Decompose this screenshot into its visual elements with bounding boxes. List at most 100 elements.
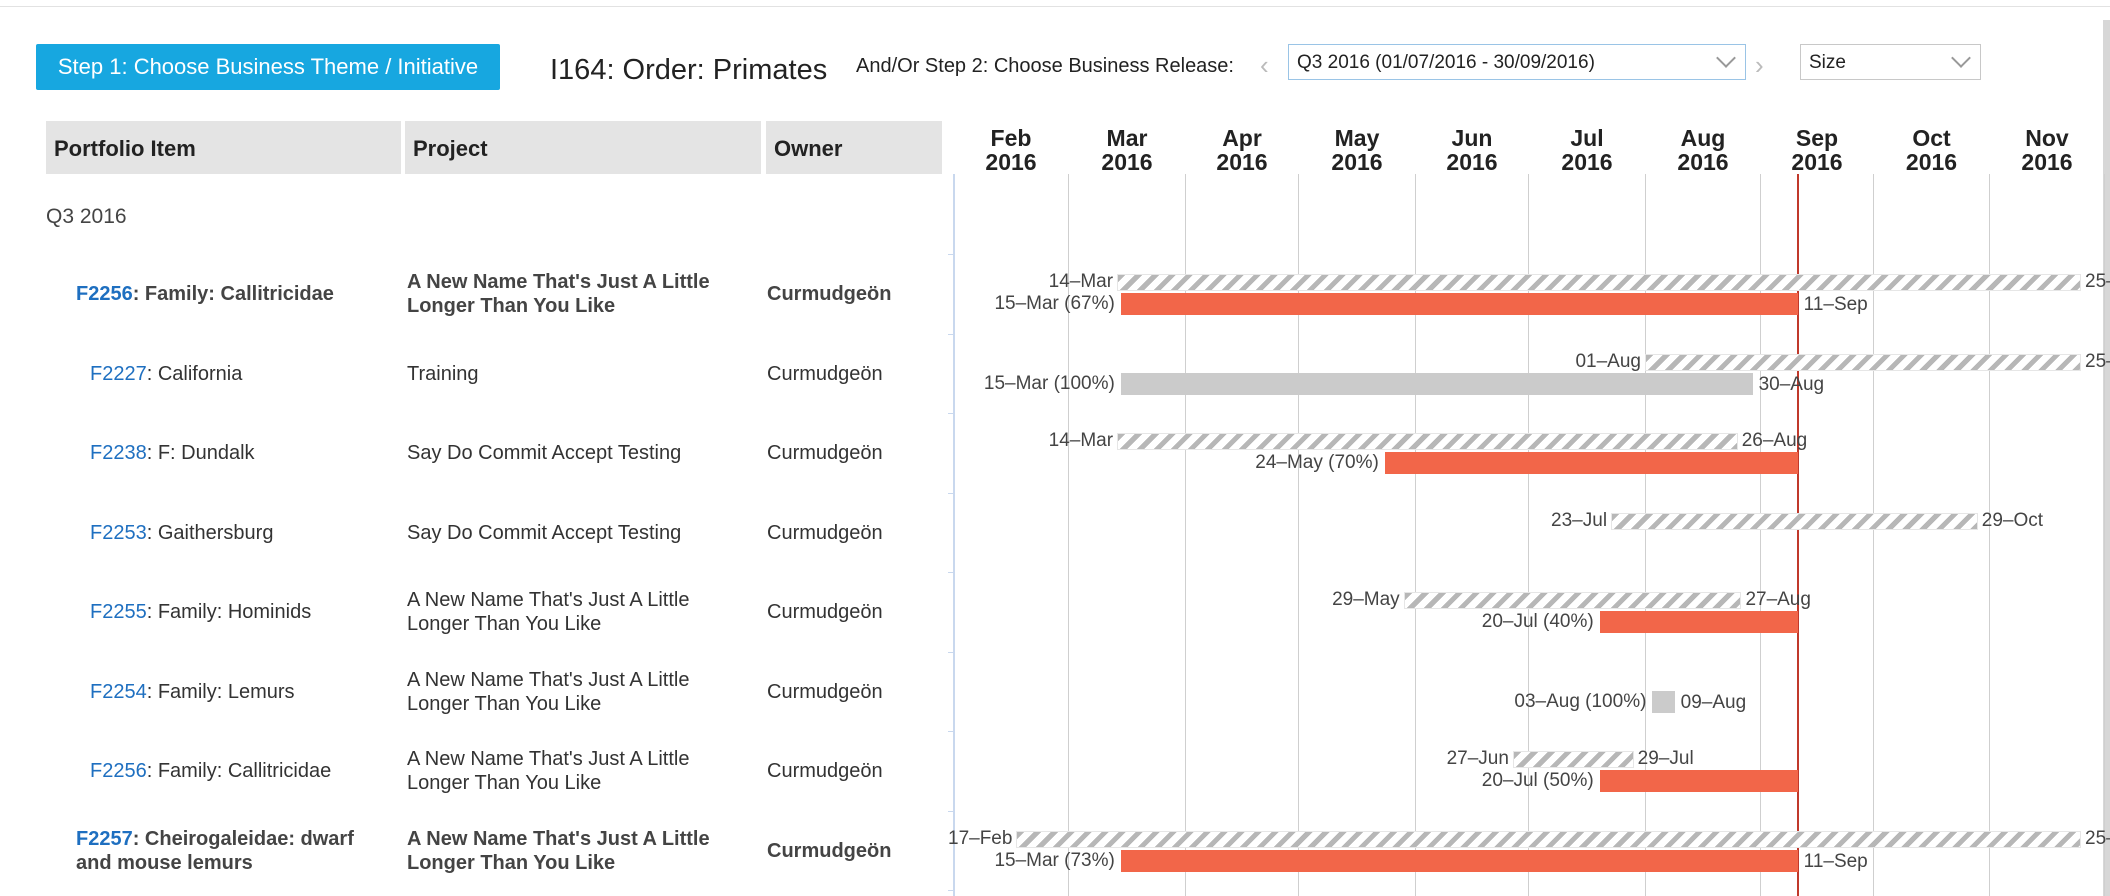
month-label: Oct [1912, 125, 1951, 151]
actual-start-label: 03–Aug (100%) [1514, 690, 1647, 712]
actual-end-label: 30–Aug [1758, 373, 1825, 395]
planned-end-label: 29–Oct [1981, 509, 2044, 531]
portfolio-item-name: : Gaithersburg [146, 521, 274, 544]
portfolio-item-name: : Family: Hominids [146, 601, 312, 623]
project-cell: A New Name That's Just A Little Longer T… [407, 668, 690, 715]
actual-start-label: 20–Jul (50%) [1481, 770, 1594, 791]
planned-bar[interactable] [1645, 353, 2081, 371]
release-select[interactable]: Q3 2016 (01/07/2016 - 30/09/2016) [1288, 44, 1746, 80]
owner-cell: Curmudgeön [767, 680, 883, 703]
portfolio-item-link[interactable]: F2257 [76, 828, 133, 850]
month-header: Aug 2016 [1647, 126, 1760, 174]
portfolio-item-link[interactable]: F2255 [90, 601, 147, 623]
release-group-title: Q3 2016 [46, 205, 127, 228]
portfolio-item-link[interactable]: F2227 [90, 363, 147, 385]
size-select-value: Size [1809, 52, 1846, 73]
project-cell: A New Name That's Just A Little Longer T… [407, 827, 710, 874]
owner-cell: Curmudgeön [767, 760, 883, 782]
actual-end-label: 11–Sep [1803, 294, 1868, 315]
planned-start-label: 14–Mar [1048, 271, 1114, 292]
portfolio-item-link[interactable]: F2256 [90, 760, 147, 782]
portfolio-item-name: : Family: Lemurs [146, 680, 295, 703]
release-select-value: Q3 2016 (01/07/2016 - 30/09/2016) [1297, 52, 1595, 73]
owner-cell: Curmudgeön [767, 521, 883, 544]
portfolio-item-link[interactable]: F2256 [76, 283, 133, 305]
month-label: Apr [1222, 125, 1262, 151]
column-header-owner[interactable]: Owner [766, 121, 942, 174]
year-label: 2016 [1446, 149, 1498, 175]
chevron-right-icon[interactable]: › [1755, 50, 1764, 81]
month-header: Feb 2016 [955, 126, 1068, 174]
year-label: 2016 [1791, 149, 1843, 175]
actual-progress-bar[interactable] [1599, 770, 1798, 792]
portfolio-item-link[interactable]: F2253 [90, 522, 147, 544]
portfolio-item-cell: F2227: California [90, 362, 390, 386]
planned-start-label: 01–Aug [1575, 350, 1641, 372]
project-cell: A New Name That's Just A Little Longer T… [407, 589, 690, 635]
owner-cell: Curmudgeön [767, 442, 883, 464]
portfolio-item-link[interactable]: F2238 [90, 442, 147, 464]
year-label: 2016 [1677, 149, 1729, 175]
owner-cell: Curmudgeön [767, 362, 883, 385]
completed-bar[interactable] [1652, 690, 1675, 713]
choose-release-label: And/Or Step 2: Choose Business Release: [856, 55, 1234, 77]
month-header: Sep 2016 [1761, 126, 1874, 174]
portfolio-item-name: : Family: Callitricidae [146, 760, 332, 782]
actual-progress-bar[interactable] [1599, 611, 1798, 633]
planned-start-label: 17–Feb [948, 827, 1013, 849]
month-header: Nov 2016 [1991, 126, 2104, 174]
year-label: 2016 [1101, 149, 1153, 175]
actual-progress-bar[interactable] [1120, 849, 1798, 872]
planned-end-label: 25–Nov [2085, 350, 2110, 372]
planned-bar[interactable] [1117, 274, 2081, 291]
portfolio-item-cell: F2256: Family: Callitricidae [90, 759, 390, 783]
project-cell: Say Do Commit Accept Testing [407, 442, 682, 464]
actual-progress-bar[interactable] [1120, 293, 1798, 315]
owner-cell: Curmudgeön [767, 283, 892, 305]
planned-end-label: 29–Jul [1637, 748, 1694, 769]
planned-start-label: 14–Mar [1048, 430, 1114, 451]
chevron-down-icon [1716, 48, 1736, 68]
month-label: Feb [990, 125, 1032, 151]
month-header: Jun 2016 [1416, 126, 1529, 174]
column-header-portfolio-item[interactable]: Portfolio Item [46, 121, 401, 174]
actual-progress-bar[interactable] [1384, 452, 1798, 474]
portfolio-item-name: : Family: Callitricidae [132, 283, 334, 305]
planned-start-label: 27–Jun [1446, 748, 1509, 769]
actual-end-label: 09–Aug [1680, 691, 1747, 713]
year-label: 2016 [1331, 149, 1383, 175]
month-label: Nov [2025, 125, 2069, 151]
selected-initiative-title: I164: Order: Primates [550, 54, 828, 86]
month-header: Mar 2016 [1071, 126, 1184, 174]
planned-end-label: 26–Aug [1741, 430, 1808, 451]
actual-start-label: 24–May (70%) [1255, 452, 1379, 473]
planned-bar[interactable] [1611, 512, 1978, 530]
chevron-down-icon [1951, 48, 1971, 68]
choose-business-theme-button[interactable]: Step 1: Choose Business Theme / Initiati… [36, 44, 500, 90]
project-cell: A New Name That's Just A Little Longer T… [407, 748, 690, 794]
year-label: 2016 [1561, 149, 1613, 175]
planned-start-label: 23–Jul [1551, 509, 1608, 531]
actual-start-label: 15–Mar (73%) [994, 849, 1115, 871]
planned-end-label: 27–Aug [1745, 589, 1811, 610]
completed-bar[interactable] [1120, 372, 1753, 395]
planned-bar[interactable] [1117, 433, 1738, 450]
planned-bar[interactable] [1403, 592, 1742, 609]
month-label: Mar [1106, 125, 1148, 151]
chevron-left-icon[interactable]: ‹ [1260, 50, 1269, 81]
year-label: 2016 [985, 149, 1037, 175]
portfolio-item-cell: F2253: Gaithersburg [90, 521, 390, 545]
planned-bar[interactable] [1512, 751, 1634, 768]
planned-bar[interactable] [1016, 830, 2081, 848]
portfolio-item-link[interactable]: F2254 [90, 681, 147, 703]
year-label: 2016 [2021, 149, 2073, 175]
portfolio-item-name: : F: Dundalk [146, 442, 255, 464]
top-divider [0, 6, 2110, 7]
column-header-project[interactable]: Project [405, 121, 761, 174]
portfolio-item-cell: F2238: F: Dundalk [90, 441, 390, 465]
month-header: Apr 2016 [1186, 126, 1299, 174]
month-label: Jun [1451, 125, 1493, 151]
size-select[interactable]: Size [1800, 44, 1981, 80]
actual-start-label: 15–Mar (100%) [983, 372, 1115, 394]
month-label: May [1334, 125, 1380, 151]
